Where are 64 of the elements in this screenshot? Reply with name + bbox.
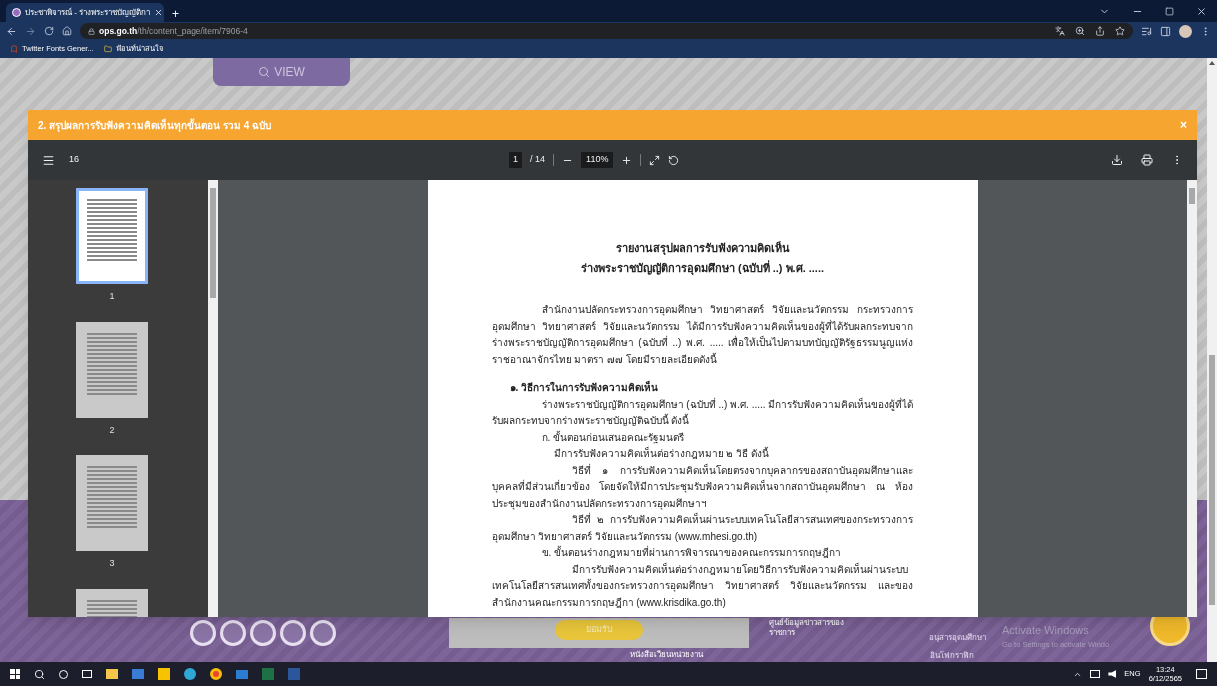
- back-icon[interactable]: [6, 25, 17, 37]
- tab-title: ประชาพิจารณ์ - ร่างพระราชบัญญัติกา: [25, 6, 151, 19]
- print-icon[interactable]: [1141, 154, 1153, 166]
- zoom-field[interactable]: 110%: [581, 152, 614, 168]
- url-text: ops.go.th/th/content_page/item/7906-4: [99, 24, 248, 38]
- menu-icon[interactable]: [42, 153, 55, 167]
- document-title: รายงานสรุปผลการรับฟังความคิดเห็น: [614, 240, 791, 257]
- document-paragraph: มีการรับฟังความคิดเห็นต่อร่างกฎหมายโดยวิธีการรับฟังความคิดเห็นผ่านระบบเทคโนโลยีสารสนเทศทั้งของกระทรวงการอุดมศึกษา วิทยาศาสตร์ วิจัยและนวัตกรรม และของสำนักงานคณะกรรมการกฤษฎีกา (www.krisdika.go.th): [491, 561, 914, 610]
- side-panel-icon[interactable]: [1160, 25, 1171, 37]
- volume-icon[interactable]: [1108, 670, 1117, 678]
- folder-icon: [103, 45, 112, 53]
- section-heading: ๑. วิธีการในการรับฟังความคิดเห็น: [508, 380, 660, 395]
- modal-title: 2. สรุปผลการรับฟังความคิดเห็นทุกขั้นตอน รวม 4 ฉบับ: [38, 117, 271, 133]
- search-icon[interactable]: [34, 668, 45, 680]
- scroll-up-icon[interactable]: [1209, 61, 1215, 65]
- document-title: ร่างพระราชบัญญัติการอุดมศึกษา (ฉบับที่ ..) พ.ศ. .....: [579, 259, 826, 276]
- footer-link[interactable]: อนุสารอุดมศึกษา: [929, 632, 986, 644]
- footer-link[interactable]: ศูนย์ข้อมูลข่าวสารของราชการ: [769, 618, 859, 638]
- document-paragraph: ร่างพระราชบัญญัติการอุดมศึกษา (ฉบับที่ ..) พ.ศ. ..... มีการรับฟังความคิดเห็นของผู้ที่ได้รับผลกระทบจากร่างพระราชบัญญัติฉบับนี้ ดังนี้: [491, 396, 914, 428]
- document-paragraph: ข. ขั้นตอนร่างกฎหมายที่ผ่านการพิจารณาของคณะกรรมการกฤษฎีกา: [540, 545, 843, 560]
- address-bar[interactable]: ops.go.th/th/content_page/item/7906-4: [80, 23, 1133, 39]
- share-icon[interactable]: [1095, 26, 1105, 36]
- close-icon[interactable]: [154, 8, 164, 17]
- document-title: 16: [69, 153, 79, 167]
- reload-icon[interactable]: [44, 26, 54, 36]
- page-field[interactable]: 1: [509, 152, 523, 168]
- footer-link[interactable]: อินโฟกราฟิก: [930, 650, 974, 662]
- lock-icon: [88, 27, 95, 35]
- page-number: 1: [109, 290, 115, 303]
- page-total: / 14: [530, 153, 546, 167]
- new-tab-button[interactable]: +: [172, 8, 179, 20]
- translate-icon[interactable]: [1055, 26, 1065, 36]
- page-thumbnail[interactable]: [76, 321, 148, 418]
- page-thumbnail[interactable]: [76, 188, 148, 284]
- document-paragraph: สำนักงานปลัดกระทรวงการอุดมศึกษา วิทยาศาสตร์ วิจัยและนวัตกรรม กระทรวงการอุดมศึกษา วิทยาศาสตร์ วิจัยและนวัตกรรม ได้มีการรับฟังความคิดเห็นของผู้ที่ได้รับผลกระทบจากร่างพระราชบัญญัติการอุดมศึกษา (ฉบับที่ ..) พ.ศ. ..... เพื่อให้เป็นไปตามบทบัญญัติรัฐธรรมนูญแห่งราชอาณาจักรไทย มาตรา ๗๗ โดยมีรายละเอียดดังนี้: [491, 303, 914, 367]
- page-number: 2: [109, 423, 115, 437]
- page-scrollbar[interactable]: [1207, 58, 1217, 662]
- zoom-in-icon[interactable]: [621, 154, 633, 166]
- site-icon: [12, 8, 21, 17]
- rotate-icon[interactable]: [668, 154, 680, 166]
- browser-tab[interactable]: ประชาพิจารณ์ - ร่างพระราชบัญญัติกา: [6, 3, 164, 22]
- download-icon[interactable]: [1111, 154, 1123, 166]
- restore-icon[interactable]: [1165, 6, 1174, 16]
- sidebar-scrollbar[interactable]: [208, 180, 218, 617]
- document-paragraph: ก. ขั้นตอนก่อนเสนอคณะรัฐมนตรี: [540, 429, 686, 446]
- activation-title: Activate Windows: [1002, 623, 1090, 638]
- task-view-icon[interactable]: [82, 670, 92, 678]
- profile-avatar[interactable]: [1179, 24, 1192, 38]
- footer-link[interactable]: หนังสือเวียนหน่วยงาน: [630, 649, 703, 661]
- page-number: 3: [109, 557, 115, 570]
- close-icon[interactable]: [1196, 5, 1207, 17]
- windows-start-icon[interactable]: [10, 669, 20, 679]
- page-thumbnail[interactable]: [76, 455, 148, 551]
- document-paragraph: มีการรับฟังความคิดเห็นต่อร่างกฎหมาย ๒ วิธี ดังนี้: [552, 446, 770, 461]
- media-icon[interactable]: [1141, 25, 1152, 37]
- viewer-scrollbar[interactable]: [1187, 180, 1197, 617]
- zoom-icon[interactable]: [1075, 26, 1085, 36]
- bookmark-star-icon[interactable]: [1115, 26, 1125, 36]
- fit-page-icon[interactable]: [649, 154, 661, 166]
- bookmark-icon: [10, 45, 18, 53]
- document-paragraph: วิธีที่ ๒ การรับฟังความคิดเห็นผ่านระบบเทคโนโลยีสารสนเทศของกระทรวงการอุดมศึกษา วิทยาศาสตร์ วิจัยและนวัตกรรม (www.mhesi.go.th): [491, 512, 914, 545]
- home-icon[interactable]: [62, 26, 72, 36]
- search-icon: [258, 66, 271, 78]
- document-paragraph: วิธีที่ ๑ การรับฟังความคิดเห็นโดยตรงจากบุคลากรของสถาบันอุดมศึกษาและบุคคลที่มีส่วนเกี่ยวข้อง โดยจัดให้มีการประชุมรับฟังความคิดเห็นจากสถาบันอุดมศึกษา ณ ห้องประชุมของสำนักงานปลัดกระทรวงการอุดมศึกษาฯ: [491, 462, 914, 512]
